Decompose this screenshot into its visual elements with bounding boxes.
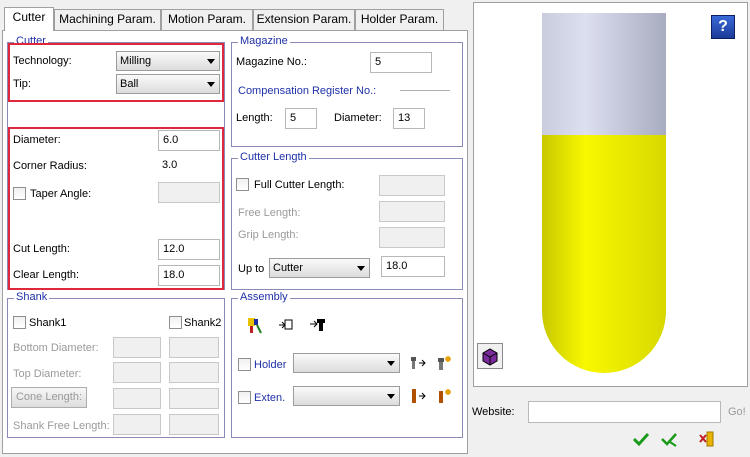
taper-angle-checkbox[interactable] <box>13 187 26 200</box>
cone-length-input-2[interactable] <box>169 388 219 409</box>
go-link[interactable]: Go! <box>728 406 746 418</box>
bottom-diameter-input-2[interactable] <box>169 337 219 358</box>
holder-insert-icon[interactable] <box>409 354 427 372</box>
holder-new-icon[interactable] <box>435 354 453 372</box>
shank2-label: Shank2 <box>184 317 222 329</box>
ok-check-icon[interactable] <box>632 430 650 448</box>
taper-angle-label: Taper Angle: <box>30 188 92 200</box>
corner-radius-value: 3.0 <box>158 156 220 177</box>
cone-length-input-1[interactable] <box>113 388 161 409</box>
technology-select-value: Milling <box>120 55 152 67</box>
top-diameter-input-1[interactable] <box>113 362 161 383</box>
free-length-input[interactable] <box>379 201 445 222</box>
website-label: Website: <box>472 406 515 418</box>
up-to-label: Up to <box>238 263 265 275</box>
cut-length-input[interactable]: 12.0 <box>158 239 220 260</box>
exit-icon[interactable] <box>698 430 716 448</box>
cutter-shape <box>542 135 666 373</box>
shank-group-title: Shank <box>14 291 50 303</box>
clear-length-input[interactable]: 18.0 <box>158 265 220 286</box>
full-cutter-length-checkbox[interactable] <box>236 178 249 191</box>
holder-checkbox[interactable] <box>238 358 251 371</box>
up-to-select[interactable]: Cutter <box>269 258 370 278</box>
apply-check-icon[interactable] <box>660 430 678 448</box>
full-cutter-length-label: Full Cutter Length: <box>254 179 345 191</box>
chevron-down-icon <box>357 266 365 271</box>
shank1-label: Shank1 <box>29 317 67 329</box>
tool-preview-canvas: ? <box>473 2 748 387</box>
shank2-checkbox[interactable] <box>169 316 182 329</box>
assemble-tool-icon[interactable] <box>245 316 263 334</box>
compensation-register-label: Compensation Register No.: <box>238 85 377 97</box>
shank-free-length-input-1[interactable] <box>113 414 161 435</box>
taper-angle-input[interactable] <box>158 182 220 203</box>
holder-select[interactable] <box>293 353 400 373</box>
tab-motion-param[interactable]: Motion Param. <box>161 9 253 30</box>
tab-holder-param[interactable]: Holder Param. <box>355 9 444 30</box>
assembly-group-title: Assembly <box>238 291 290 303</box>
magazine-group-title: Magazine <box>238 35 290 47</box>
chevron-down-icon <box>387 361 395 366</box>
clear-length-label: Clear Length: <box>13 269 80 281</box>
length-input[interactable]: 5 <box>285 108 317 129</box>
chevron-down-icon <box>207 82 215 87</box>
full-cutter-length-input[interactable] <box>379 175 445 196</box>
tab-cutter[interactable]: Cutter <box>4 7 54 31</box>
tip-select-value: Ball <box>120 78 139 90</box>
cutter-preview-graphic <box>542 13 666 373</box>
up-to-input[interactable]: 18.0 <box>381 256 445 277</box>
top-diameter-label: Top Diameter: <box>13 368 82 380</box>
help-icon[interactable]: ? <box>711 15 735 39</box>
top-diameter-input-2[interactable] <box>169 362 219 383</box>
magazine-diameter-label: Diameter: <box>334 112 382 124</box>
shank-free-length-label: Shank Free Length: <box>13 420 110 432</box>
technology-select[interactable]: Milling <box>116 51 220 71</box>
exten-select[interactable] <box>293 386 400 406</box>
chevron-down-icon <box>387 394 395 399</box>
bottom-diameter-input-1[interactable] <box>113 337 161 358</box>
tab-extension-param[interactable]: Extension Param. <box>253 9 355 30</box>
insert-tool-icon[interactable] <box>277 316 295 334</box>
tab-panel: Cutter Technology: Milling Tip: Ball Dia… <box>2 30 468 454</box>
tip-label: Tip: <box>13 78 31 90</box>
cutter-length-group-title: Cutter Length <box>238 151 309 163</box>
length-label: Length: <box>236 112 273 124</box>
up-to-select-value: Cutter <box>273 262 303 274</box>
holder-shape <box>542 13 666 135</box>
cube-icon <box>482 348 498 366</box>
grip-length-input[interactable] <box>379 227 445 248</box>
tab-machining-param[interactable]: Machining Param. <box>54 9 161 30</box>
grip-length-label: Grip Length: <box>238 229 299 241</box>
view-cube-button[interactable] <box>477 343 503 369</box>
cone-length-button[interactable]: Cone Length: <box>11 387 87 408</box>
magazine-no-input[interactable]: 5 <box>370 52 432 73</box>
exten-insert-icon[interactable] <box>409 387 427 405</box>
exten-new-icon[interactable] <box>435 387 453 405</box>
chevron-down-icon <box>207 59 215 64</box>
exten-checkbox[interactable] <box>238 391 251 404</box>
extract-tool-icon[interactable] <box>309 316 327 334</box>
website-input[interactable] <box>528 401 721 423</box>
magazine-no-label: Magazine No.: <box>236 56 307 68</box>
diameter-label: Diameter: <box>13 134 61 146</box>
magazine-diameter-input[interactable]: 13 <box>393 108 425 129</box>
holder-label: Holder <box>254 359 287 371</box>
bottom-diameter-label: Bottom Diameter: <box>13 342 99 354</box>
shank1-checkbox[interactable] <box>13 316 26 329</box>
corner-radius-label: Corner Radius: <box>13 160 87 172</box>
diameter-input[interactable]: 6.0 <box>158 130 220 151</box>
shank-free-length-input-2[interactable] <box>169 414 219 435</box>
technology-label: Technology: <box>13 55 72 67</box>
exten-label: Exten. <box>254 392 286 404</box>
divider <box>400 90 450 91</box>
cut-length-label: Cut Length: <box>13 243 70 255</box>
free-length-label: Free Length: <box>238 207 301 219</box>
tip-select[interactable]: Ball <box>116 74 220 94</box>
